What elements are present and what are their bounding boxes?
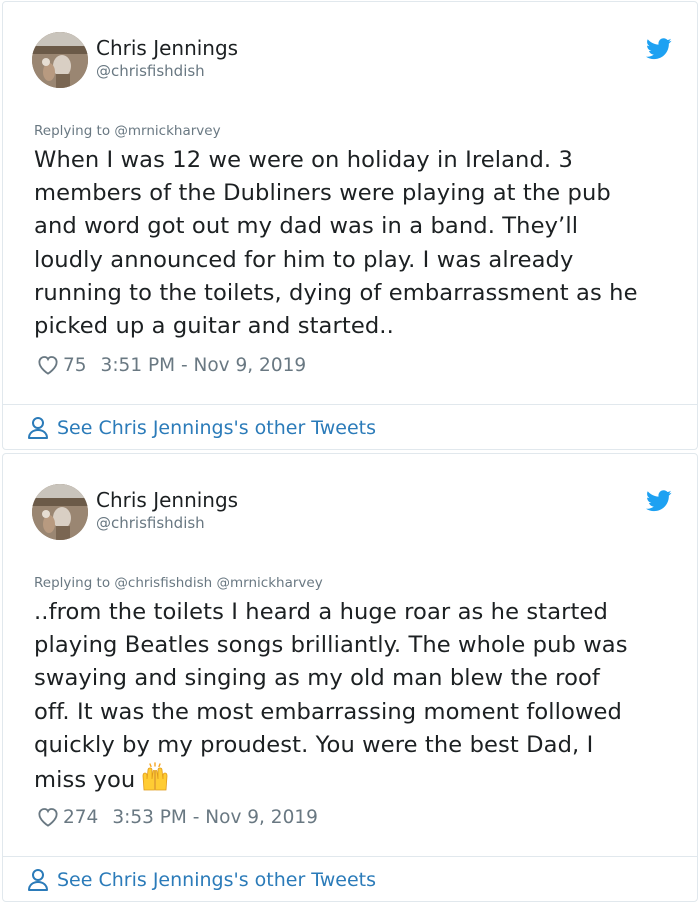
tweet-text-line: picked up a guitar and started.. [34, 313, 394, 340]
twitter-bird-icon[interactable] [646, 490, 672, 512]
see-other-tweets-link[interactable]: See Chris Jennings's other Tweets [27, 414, 376, 442]
author-name[interactable]: Chris Jennings [96, 488, 238, 512]
tweet-text-last-line: miss you [34, 762, 684, 797]
tweet-body[interactable]: Chris Jennings @chrisfishdish Replying t… [3, 2, 697, 404]
heart-icon[interactable] [37, 355, 59, 375]
tweet-text-line: When I was 12 we were on holiday in Irel… [34, 147, 573, 173]
avatar[interactable] [32, 484, 88, 540]
avatar[interactable] [32, 32, 88, 88]
replying-to-line: Replying to @chrisfishdish @mrnickharvey [34, 575, 323, 591]
tweet-text-line: off. It was the most embarrassing moment… [34, 698, 623, 725]
tweet-text: When I was 12 we were on holiday in Irel… [34, 144, 684, 343]
raising-hands-emoji [142, 762, 168, 791]
tweet-header: Chris Jennings @chrisfishdish [32, 32, 672, 92]
replying-prefix: Replying to [34, 123, 111, 139]
replying-prefix: Replying to [34, 575, 111, 591]
author-handle[interactable]: @chrisfishdish [96, 514, 205, 532]
timestamp[interactable]: 3:53 PM - Nov 9, 2019 [112, 807, 318, 828]
tweet-text-line: members of the Dubliners were playing at… [34, 180, 611, 207]
tweet-text-line: swaying and singing as my old man blew t… [34, 665, 600, 692]
tweet-text-line: loudly announced for him to play. I was … [34, 246, 574, 273]
tweet-text: ..from the toilets I heard a huge roar a… [34, 596, 684, 797]
twitter-bird-icon[interactable] [646, 38, 672, 60]
tweet-text-line: ..from the toilets I heard a huge roar a… [34, 599, 608, 625]
see-other-tweets-link[interactable]: See Chris Jennings's other Tweets [27, 866, 376, 894]
person-icon [28, 869, 48, 891]
author-name[interactable]: Chris Jennings [96, 36, 238, 60]
like-count[interactable]: 274 [63, 807, 98, 828]
tweet-text-line: playing Beatles songs brilliantly. The w… [34, 632, 628, 659]
tweet-text-line: and word got out my dad was in a band. T… [34, 213, 579, 240]
replying-mention[interactable]: @chrisfishdish @mrnickharvey [114, 575, 322, 591]
divider [3, 404, 697, 405]
replying-mention[interactable]: @mrnickharvey [114, 123, 220, 139]
heart-icon[interactable] [37, 807, 59, 827]
tweet-header: Chris Jennings @chrisfishdish [32, 484, 672, 544]
tweet-meta: 75 3:51 PM - Nov 9, 2019 [37, 353, 306, 377]
see-other-tweets-label[interactable]: See Chris Jennings's other Tweets [57, 417, 376, 439]
person-icon [28, 417, 48, 439]
tweet-card[interactable]: Chris Jennings @chrisfishdish Replying t… [2, 1, 698, 450]
tweet-meta: 274 3:53 PM - Nov 9, 2019 [37, 805, 318, 829]
replying-to-line: Replying to @mrnickharvey [34, 123, 221, 139]
tweet-card[interactable]: Chris Jennings @chrisfishdish Replying t… [2, 453, 698, 902]
tweet-text-line: quickly by my proudest. You were the bes… [34, 731, 594, 758]
like-count[interactable]: 75 [63, 355, 87, 376]
author-handle[interactable]: @chrisfishdish [96, 62, 205, 80]
divider [3, 856, 697, 857]
timestamp[interactable]: 3:51 PM - Nov 9, 2019 [101, 355, 307, 376]
tweet-body[interactable]: Chris Jennings @chrisfishdish Replying t… [3, 454, 697, 856]
tweet-text-line: miss you [34, 767, 136, 794]
see-other-tweets-label[interactable]: See Chris Jennings's other Tweets [57, 869, 376, 891]
tweet-text-line: running to the toilets, dying of embarra… [34, 279, 638, 306]
